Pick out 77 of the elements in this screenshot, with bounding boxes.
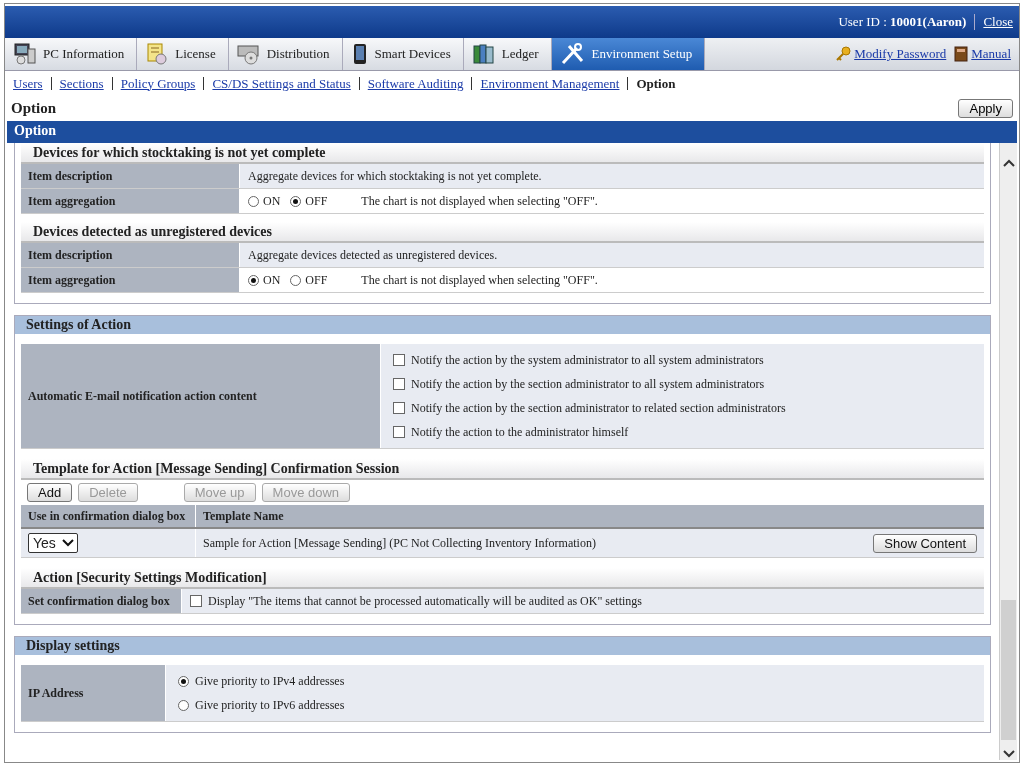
item-description: Aggregate devices detected as unregistered devices. [248, 247, 498, 263]
dropdown[interactable]: Yes [28, 533, 78, 553]
books-icon [471, 43, 496, 65]
book-icon [954, 46, 969, 62]
caret-icon [61, 539, 74, 547]
row-label: Set confirmation dialog box [21, 589, 182, 613]
sub-nav-link[interactable]: Users [13, 76, 51, 90]
note-text: The chart is not displayed when selecting "OFF". [361, 272, 598, 288]
nav-tab[interactable]: Environment Setup [551, 38, 706, 70]
checkbox-label: Notify the action by the section administrator to all system administrators [411, 376, 765, 392]
checkbox[interactable] [393, 402, 405, 414]
note-text: The chart is not displayed when selecting "OFF". [361, 193, 598, 209]
row-label: Item description [21, 164, 240, 188]
computer-icon [13, 43, 37, 65]
group-heading: Template for Action [Message Sending] Confirmation Session [21, 459, 984, 480]
scroll-up-icon[interactable] [1002, 159, 1015, 167]
section-header: Display settings [15, 637, 990, 655]
panel-title-bar: Option [7, 121, 1017, 143]
checkbox-label: Notify the action to the administrator himself [411, 424, 629, 440]
header-link[interactable]: Manual [971, 46, 1011, 62]
column-header: Template Name [202, 507, 285, 525]
toolbar-button[interactable]: Add [27, 483, 73, 502]
checkbox-label: Notify the action by the system administrator to all system administrators [411, 352, 764, 368]
key-icon [835, 46, 852, 62]
scroll-down-icon[interactable] [1002, 750, 1015, 758]
group-heading: Devices detected as unregistered devices [21, 222, 984, 243]
sub-nav-link[interactable]: Option [627, 76, 684, 90]
row-label: Automatic E-mail notification action content [21, 344, 381, 448]
checkbox-label: Display "The items that cannot be processed automatically will be audited as OK" settings [208, 593, 643, 609]
column-header: Use in confirmation dialog box [21, 505, 196, 527]
apply-button[interactable]: Apply [958, 98, 1013, 118]
radio-button[interactable] [248, 274, 259, 286]
radio-label: OFF [305, 193, 328, 209]
nav-tab[interactable]: PC Information [5, 38, 138, 70]
sub-nav-link[interactable]: Sections [50, 76, 112, 90]
checkbox[interactable] [393, 426, 405, 438]
show-content-button[interactable]: Show Content [873, 533, 977, 553]
sub-nav-link[interactable]: Software Auditing [358, 76, 472, 90]
header-link[interactable]: Modify Password [854, 46, 947, 62]
radio-button[interactable] [290, 274, 302, 286]
radio-button[interactable] [248, 195, 259, 207]
nav-tab[interactable]: Ledger [463, 38, 552, 70]
section-header: Settings of Action [15, 316, 990, 334]
nav-tab[interactable]: License [137, 38, 229, 70]
template-name: Sample for Action [Message Sending] (PC Not Collecting Inventory Information) [203, 535, 596, 551]
close-link[interactable]: Close [983, 14, 1013, 30]
certificate-icon [145, 43, 170, 65]
radio-button[interactable] [290, 195, 302, 207]
radio-button[interactable] [178, 675, 189, 687]
sub-nav-link[interactable]: Environment Management [471, 76, 628, 90]
sub-nav-link[interactable]: Policy Groups [111, 76, 204, 90]
row-label: Item description [21, 243, 240, 267]
checkbox[interactable] [190, 595, 202, 607]
item-description: Aggregate devices for which stocktaking is not yet complete. [248, 168, 542, 184]
radio-label: OFF [305, 272, 328, 288]
radio-label: ON [263, 193, 281, 209]
nav-tab[interactable]: Distribution [228, 38, 343, 70]
user-id-label: User ID : 10001(Aaron) [838, 14, 976, 30]
radio-label: Give priority to IPv4 addresses [195, 673, 345, 689]
checkbox[interactable] [393, 378, 405, 390]
checkbox[interactable] [393, 354, 405, 366]
scroll-thumb[interactable] [1001, 600, 1016, 740]
row-label: IP Address [21, 665, 166, 721]
sub-nav-link[interactable]: CS/DS Settings and Status [203, 76, 359, 90]
disc-drive-icon [236, 43, 261, 65]
scroll-bar[interactable] [999, 143, 1017, 760]
radio-label: ON [263, 272, 281, 288]
nav-tab[interactable]: Smart Devices [342, 38, 464, 70]
group-heading: Devices for which stocktaking is not yet complete [21, 143, 984, 164]
page-title: Option [11, 99, 56, 117]
row-label: Item aggregation [21, 189, 240, 213]
tools-icon [559, 43, 586, 65]
checkbox-label: Notify the action by the section administrator to related section administrators [411, 400, 786, 416]
group-heading: Action [Security Settings Modification] [21, 568, 984, 589]
row-label: Item aggregation [21, 268, 240, 292]
radio-button[interactable] [178, 699, 189, 711]
radio-label: Give priority to IPv6 addresses [195, 697, 345, 713]
